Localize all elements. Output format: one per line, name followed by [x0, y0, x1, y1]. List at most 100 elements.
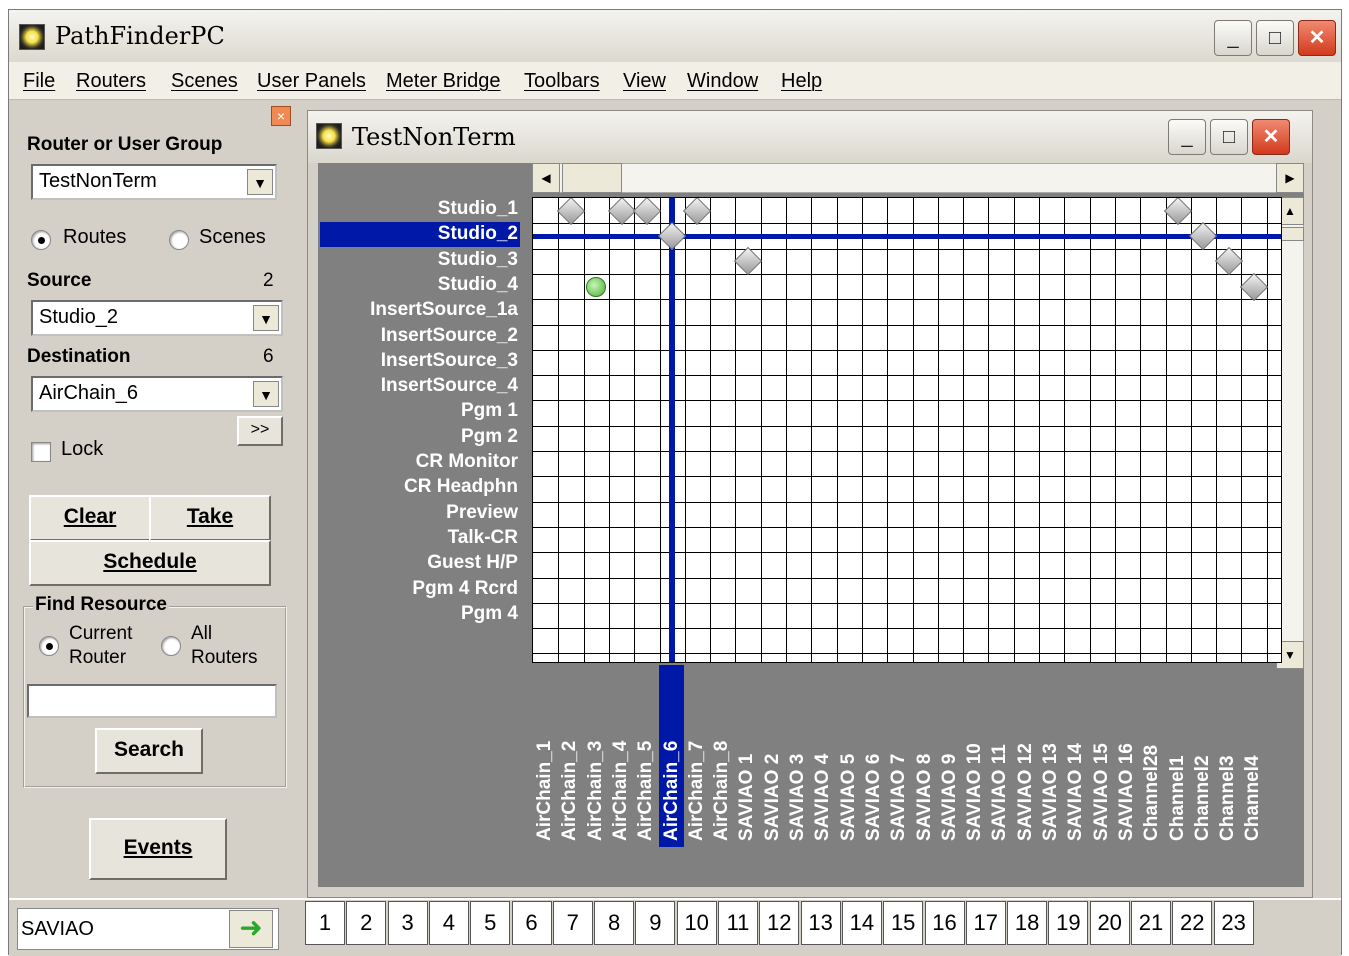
crosspoint-node[interactable]: [1188, 221, 1218, 251]
lock-checkbox[interactable]: [31, 442, 51, 462]
menu-meter-bridge[interactable]: Meter Bridge: [386, 70, 501, 93]
menu-routers[interactable]: Routers: [76, 70, 146, 93]
page-tab[interactable]: 21: [1131, 901, 1171, 945]
column-label[interactable]: SAVIAO 6: [862, 671, 886, 841]
crosspoint-grid[interactable]: [532, 197, 1282, 663]
column-label[interactable]: SAVIAO 1: [735, 671, 759, 841]
column-label[interactable]: SAVIAO 9: [938, 671, 962, 841]
column-label[interactable]: Channel2: [1191, 671, 1215, 841]
scenes-radio[interactable]: [169, 230, 189, 250]
crosspoint-node[interactable]: [657, 221, 687, 251]
row-label[interactable]: CR Monitor: [416, 451, 518, 473]
menu-help[interactable]: Help: [781, 70, 822, 93]
column-label[interactable]: SAVIAO 7: [887, 671, 911, 841]
page-tab[interactable]: 8: [594, 901, 635, 945]
schedule-button[interactable]: Schedule: [29, 540, 271, 586]
scroll-thumb[interactable]: [562, 163, 622, 193]
column-label[interactable]: Channel1: [1166, 671, 1190, 841]
page-tab[interactable]: 1: [305, 901, 345, 945]
page-tab[interactable]: 16: [924, 901, 965, 945]
page-tab[interactable]: 4: [428, 901, 469, 945]
search-button[interactable]: Search: [95, 728, 203, 774]
column-label[interactable]: AirChain_8: [710, 671, 734, 841]
page-tab[interactable]: 2: [346, 901, 387, 945]
page-tab[interactable]: 15: [883, 901, 924, 945]
crosspoint-node[interactable]: [1214, 246, 1244, 276]
row-label[interactable]: Pgm 1: [461, 400, 518, 422]
row-label[interactable]: Studio_3: [438, 249, 518, 271]
row-label[interactable]: Studio_2: [438, 223, 518, 245]
column-label[interactable]: AirChain_4: [609, 671, 633, 841]
search-input[interactable]: [27, 684, 277, 718]
page-tab[interactable]: 14: [841, 901, 882, 945]
column-label[interactable]: Channel28: [1140, 671, 1164, 841]
column-label[interactable]: SAVIAO 11: [988, 671, 1012, 841]
page-tab[interactable]: 20: [1089, 901, 1130, 945]
title-bar[interactable]: PathFinderPC _ □ ✕: [9, 10, 1341, 62]
panel-close-icon[interactable]: ×: [271, 106, 291, 126]
crosspoint-node[interactable]: [607, 198, 637, 226]
chevron-down-icon[interactable]: ▼: [253, 381, 279, 407]
column-label[interactable]: SAVIAO 10: [963, 671, 987, 841]
crosspoint-node[interactable]: [1163, 198, 1193, 226]
crosspoint-node[interactable]: [556, 198, 586, 226]
matrix-title-bar[interactable]: TestNonTerm _ □ ✕: [308, 111, 1312, 163]
take-button[interactable]: Take: [149, 495, 271, 541]
page-tab[interactable]: 11: [718, 901, 758, 945]
column-label[interactable]: AirChain_7: [685, 671, 709, 841]
menu-toolbars[interactable]: Toolbars: [524, 70, 600, 93]
page-tab[interactable]: 22: [1172, 901, 1213, 945]
crosspoint-node[interactable]: [632, 198, 662, 226]
menu-window[interactable]: Window: [687, 70, 758, 93]
crosspoint-node[interactable]: [682, 198, 712, 226]
column-label[interactable]: AirChain_3: [584, 671, 608, 841]
row-label[interactable]: Talk-CR: [448, 527, 518, 549]
column-label[interactable]: Channel3: [1216, 671, 1240, 841]
menu-user-panels[interactable]: User Panels: [257, 70, 366, 93]
row-label[interactable]: Preview: [446, 502, 518, 524]
destination-select[interactable]: AirChain_6 ▼: [31, 376, 283, 412]
column-label[interactable]: SAVIAO 12: [1014, 671, 1038, 841]
row-label[interactable]: Studio_1: [438, 198, 518, 220]
matrix-minimize-button[interactable]: _: [1168, 119, 1206, 155]
page-tab[interactable]: 3: [387, 901, 428, 945]
events-button[interactable]: Events: [89, 818, 227, 880]
close-button[interactable]: ✕: [1298, 20, 1336, 56]
row-label[interactable]: CR Headphn: [404, 476, 518, 498]
page-tab[interactable]: 17: [965, 901, 1006, 945]
row-label[interactable]: Pgm 4: [461, 603, 518, 625]
scroll-left-icon[interactable]: ◀: [532, 163, 560, 193]
clear-button[interactable]: Clear: [29, 495, 151, 541]
chevron-down-icon[interactable]: ▼: [253, 305, 279, 331]
expand-button[interactable]: >>: [237, 416, 283, 446]
column-label[interactable]: AirChain_6: [660, 671, 684, 841]
row-label[interactable]: InsertSource_1a: [370, 299, 518, 321]
matrix-close-button[interactable]: ✕: [1252, 119, 1290, 155]
row-label[interactable]: Guest H/P: [427, 552, 518, 574]
column-label[interactable]: AirChain_5: [634, 671, 658, 841]
page-tab[interactable]: 12: [759, 901, 800, 945]
crosspoint-node[interactable]: [586, 277, 606, 297]
row-label[interactable]: InsertSource_2: [381, 325, 518, 347]
page-tab[interactable]: 10: [676, 901, 717, 945]
crosspoint-node[interactable]: [733, 246, 763, 276]
column-label[interactable]: SAVIAO 8: [913, 671, 937, 841]
page-tab[interactable]: 6: [511, 901, 552, 945]
column-label[interactable]: SAVIAO 13: [1039, 671, 1063, 841]
page-tab[interactable]: 23: [1213, 901, 1254, 945]
router-group-select[interactable]: TestNonTerm ▼: [31, 164, 277, 200]
row-label[interactable]: InsertSource_4: [381, 375, 518, 397]
column-label[interactable]: SAVIAO 16: [1115, 671, 1139, 841]
crosspoint-node[interactable]: [1239, 272, 1269, 302]
page-tab[interactable]: 7: [552, 901, 593, 945]
routes-radio[interactable]: [31, 230, 51, 250]
row-label[interactable]: Pgm 2: [461, 426, 518, 448]
maximize-button[interactable]: □: [1256, 20, 1294, 56]
menu-scenes[interactable]: Scenes: [171, 70, 238, 93]
current-router-radio[interactable]: [39, 636, 59, 656]
row-label[interactable]: InsertSource_3: [381, 350, 518, 372]
enter-arrow-icon[interactable]: ➜: [229, 910, 273, 948]
page-tab[interactable]: 5: [470, 901, 511, 945]
menu-file[interactable]: File: [23, 70, 55, 93]
source-select[interactable]: Studio_2 ▼: [31, 300, 283, 336]
